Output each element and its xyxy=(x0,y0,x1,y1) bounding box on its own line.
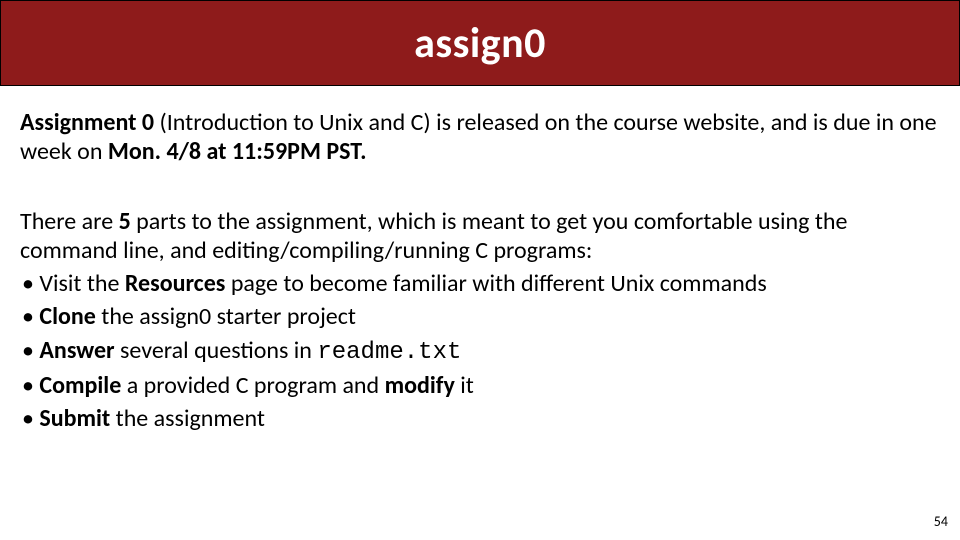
list-item: Clone the assign0 starter project xyxy=(22,302,940,331)
bullet-mono: readme.txt xyxy=(317,339,461,366)
parts-count: 5 xyxy=(119,207,131,236)
bullet-bold: Submit xyxy=(39,404,110,433)
list-item: Visit the Resources page to become famil… xyxy=(22,269,940,298)
bullet-bold: Clone xyxy=(39,302,95,331)
parts-paragraph: There are 5 parts to the assignment, whi… xyxy=(20,207,940,266)
bullet-mid: the assign0 starter project xyxy=(96,302,356,331)
bullet-pre: Visit the xyxy=(39,269,125,298)
bullet-list: Visit the Resources page to become famil… xyxy=(20,269,940,433)
list-item: Compile a provided C program and modify … xyxy=(22,371,940,400)
due-date: Mon. 4/8 at 11:59PM PST. xyxy=(108,137,367,166)
bullet-bold: Answer xyxy=(39,336,114,365)
bullet-bold: Compile xyxy=(39,371,121,400)
list-item: Submit the assignment xyxy=(22,404,940,433)
slide-body: Assignment 0 (Introduction to Unix and C… xyxy=(0,86,960,433)
bullet-mid: a provided C program and xyxy=(121,371,384,400)
intro-paragraph: Assignment 0 (Introduction to Unix and C… xyxy=(20,108,940,167)
parts-post: parts to the assignment, which is meant … xyxy=(20,207,847,265)
bullet-bold2: modify xyxy=(385,371,455,400)
assignment-name: Assignment 0 xyxy=(20,108,154,137)
list-item: Answer several questions in readme.txt xyxy=(22,336,940,367)
bullet-mid: several questions in xyxy=(115,336,318,365)
slide: assign0 Assignment 0 (Introduction to Un… xyxy=(0,0,960,540)
bullet-mid: the assignment xyxy=(110,404,265,433)
bullet-bold: Resources xyxy=(125,269,226,298)
bullet-post: it xyxy=(455,371,474,400)
bullet-mid: page to become familiar with different U… xyxy=(225,269,766,298)
parts-pre: There are xyxy=(20,207,119,236)
page-number: 54 xyxy=(934,513,948,530)
slide-title: assign0 xyxy=(414,18,546,69)
title-bar: assign0 xyxy=(0,0,960,86)
